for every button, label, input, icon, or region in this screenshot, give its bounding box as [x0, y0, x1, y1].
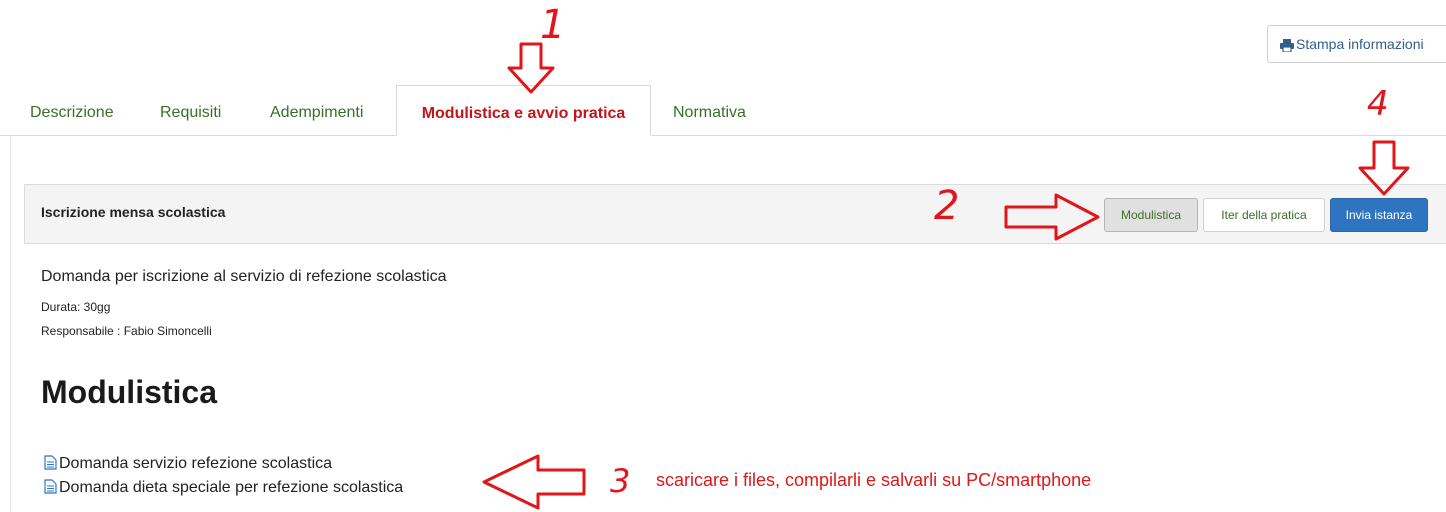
- tab-requisiti[interactable]: Requisiti: [160, 85, 221, 135]
- document-label: Domanda servizio refezione scolastica: [59, 455, 333, 472]
- print-info-button[interactable]: Stampa informazioni: [1267, 25, 1446, 63]
- panel-title: Iscrizione mensa scolastica: [41, 204, 226, 220]
- annotation-step-3: 3: [610, 462, 631, 500]
- annotation-step-4: 4: [1367, 84, 1389, 124]
- modulistica-button[interactable]: Modulistica: [1104, 198, 1198, 232]
- modulistica-heading: Modulistica: [41, 374, 218, 410]
- tab-adempimenti[interactable]: Adempimenti: [270, 85, 363, 135]
- annotation-arrow-down-4: [1358, 140, 1410, 196]
- duration-text: Durata: 30gg: [41, 300, 111, 314]
- document-label: Domanda dieta speciale per refezione sco…: [59, 479, 404, 496]
- annotation-step-2: 2: [934, 183, 960, 229]
- document-icon: [44, 479, 57, 499]
- print-info-label: Stampa informazioni: [1296, 36, 1424, 52]
- invia-istanza-button[interactable]: Invia istanza: [1330, 198, 1428, 232]
- tab-content-border: [10, 135, 11, 512]
- annotation-arrow-down-1: [507, 42, 555, 94]
- annotation-arrow-left-3: [482, 454, 586, 510]
- document-icon: [44, 455, 57, 475]
- responsible-text: Responsabile : Fabio Simoncelli: [41, 324, 212, 338]
- tab-descrizione[interactable]: Descrizione: [30, 85, 114, 135]
- service-description: Domanda per iscrizione al servizio di re…: [41, 268, 447, 285]
- tab-normativa[interactable]: Normativa: [673, 85, 746, 135]
- tab-bar: Descrizione Requisiti Adempimenti Moduli…: [0, 85, 1446, 136]
- annotation-step-3-text: scaricare i files, compilarli e salvarli…: [656, 470, 1092, 490]
- document-link-refezione[interactable]: Domanda servizio refezione scolastica: [44, 455, 332, 475]
- print-icon: [1280, 29, 1294, 62]
- annotation-arrow-right-2: [1004, 193, 1100, 241]
- document-link-dieta-speciale[interactable]: Domanda dieta speciale per refezione sco…: [44, 479, 403, 499]
- iter-pratica-button[interactable]: Iter della pratica: [1203, 198, 1325, 232]
